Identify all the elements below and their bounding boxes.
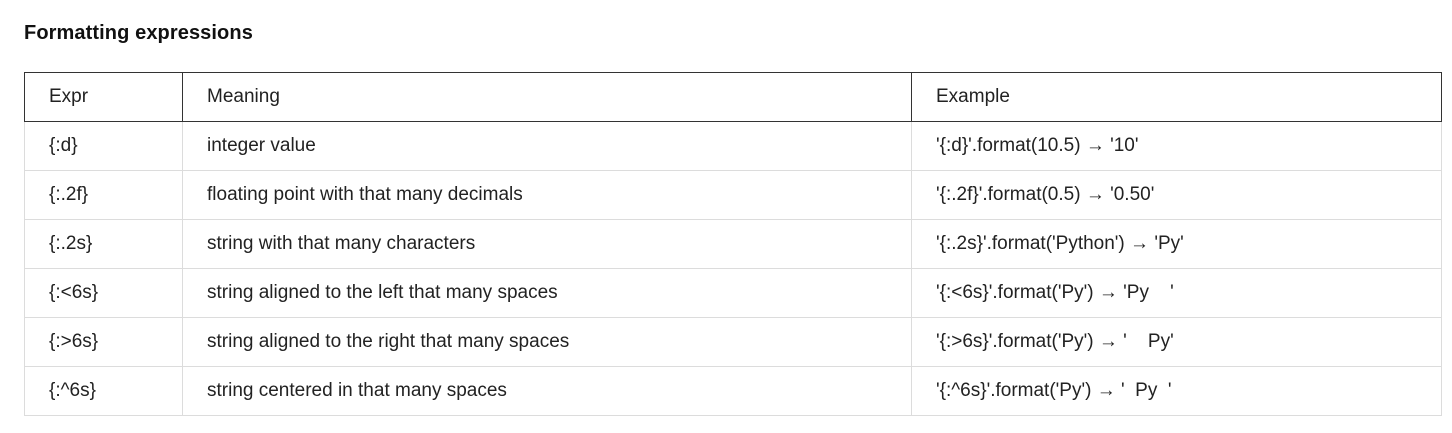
example-cell: '{:.2f}'.format(0.5) → '0.50': [911, 170, 1442, 220]
formatting-expressions-table: Expr Meaning Example {:d} integer value …: [24, 72, 1442, 416]
meaning-cell: string aligned to the left that many spa…: [182, 268, 912, 318]
expr-cell: {:.2s}: [24, 219, 183, 269]
table-row: {:d} integer value '{:d}'.format(10.5) →…: [24, 121, 1442, 171]
expr-cell: {:>6s}: [24, 317, 183, 367]
example-cell: '{:<6s}'.format('Py') → 'Py ': [911, 268, 1442, 318]
header-row: Expr Meaning Example: [24, 72, 1442, 122]
meaning-cell: integer value: [182, 121, 912, 171]
example-cell: '{:>6s}'.format('Py') → ' Py': [911, 317, 1442, 367]
column-header-expr: Expr: [24, 72, 183, 122]
example-cell: '{:.2s}'.format('Python') → 'Py': [911, 219, 1442, 269]
table-row: {:>6s} string aligned to the right that …: [24, 317, 1442, 367]
expr-cell: {:<6s}: [24, 268, 183, 318]
expr-cell: {:^6s}: [24, 366, 183, 416]
meaning-cell: floating point with that many decimals: [182, 170, 912, 220]
meaning-cell: string with that many characters: [182, 219, 912, 269]
column-header-meaning: Meaning: [182, 72, 912, 122]
table-row: {:.2s} string with that many characters …: [24, 219, 1442, 269]
example-cell: '{:^6s}'.format('Py') → ' Py ': [911, 366, 1442, 416]
expr-cell: {:d}: [24, 121, 183, 171]
meaning-cell: string aligned to the right that many sp…: [182, 317, 912, 367]
column-header-example: Example: [911, 72, 1442, 122]
table-title: Formatting expressions: [24, 22, 253, 44]
table-body: {:d} integer value '{:d}'.format(10.5) →…: [24, 121, 1442, 416]
example-cell: '{:d}'.format(10.5) → '10': [911, 121, 1442, 171]
table-row: {:<6s} string aligned to the left that m…: [24, 268, 1442, 318]
table-row: {:^6s} string centered in that many spac…: [24, 366, 1442, 416]
table-header: Expr Meaning Example: [24, 72, 1442, 122]
expr-cell: {:.2f}: [24, 170, 183, 220]
table-row: {:.2f} floating point with that many dec…: [24, 170, 1442, 220]
meaning-cell: string centered in that many spaces: [182, 366, 912, 416]
